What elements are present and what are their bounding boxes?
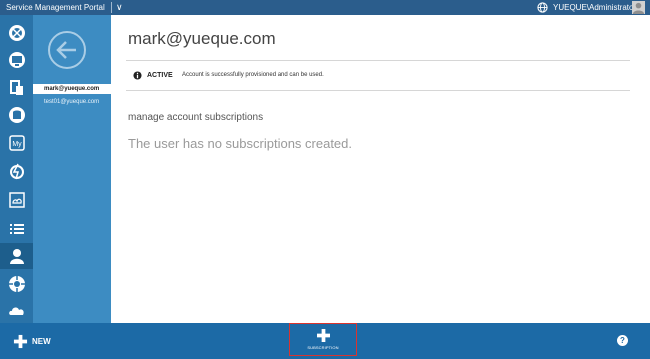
- cloud-service-icon: [8, 192, 25, 208]
- top-bar: Service Management Portal ∨ YUEQUE\Admin…: [0, 0, 650, 15]
- new-button[interactable]: NEW: [13, 333, 51, 349]
- chevron-down-icon[interactable]: ∨: [116, 1, 123, 13]
- nav-item-automation[interactable]: [0, 158, 33, 184]
- left-nav: My: [0, 15, 33, 323]
- command-bar: NEW SUBSCRIPTION ?: [0, 323, 650, 359]
- user-list-panel: mark@yueque.com test01@yueque.com: [33, 15, 111, 323]
- info-icon: [133, 71, 142, 80]
- nav-item-mysql[interactable]: My: [0, 130, 33, 156]
- virtual-machines-icon: [8, 52, 25, 68]
- websites-icon: [8, 25, 25, 41]
- plans-icon: [9, 224, 24, 234]
- section-title: manage account subscriptions: [128, 112, 264, 123]
- topbar-divider: [111, 2, 112, 13]
- portal-title[interactable]: Service Management Portal: [6, 2, 105, 13]
- mysql-icon: My: [8, 135, 25, 151]
- status-message: Account is successfully provisioned and …: [182, 72, 324, 78]
- user-accounts-icon: [9, 249, 24, 264]
- nav-item-virtual-machines[interactable]: [0, 47, 33, 73]
- plus-icon: [13, 334, 28, 348]
- nav-item-service-bus[interactable]: [0, 75, 33, 101]
- sql-server-icon: [8, 107, 25, 123]
- user-name[interactable]: YUEQUE\Administrator: [553, 2, 636, 13]
- svg-text:My: My: [12, 141, 22, 148]
- list-item[interactable]: test01@yueque.com: [33, 97, 111, 107]
- back-arrow-icon[interactable]: [47, 30, 87, 70]
- ad-ons-icon: [8, 276, 25, 292]
- nav-item-user-accounts[interactable]: [0, 243, 33, 269]
- automation-icon: [9, 163, 24, 180]
- list-item[interactable]: mark@yueque.com: [33, 84, 111, 94]
- nav-item-sql-server[interactable]: [0, 102, 33, 128]
- nav-item-plans[interactable]: [0, 216, 33, 242]
- new-button-label: NEW: [32, 336, 51, 346]
- divider: [126, 60, 630, 61]
- empty-state-message: The user has no subscriptions created.: [128, 136, 353, 151]
- plus-icon: [317, 329, 330, 342]
- globe-icon[interactable]: [537, 2, 548, 13]
- help-button[interactable]: ?: [617, 335, 628, 346]
- service-bus-icon: [9, 80, 23, 95]
- page-title: mark@yueque.com: [128, 29, 276, 48]
- add-subscription-button[interactable]: SUBSCRIPTION: [289, 323, 357, 356]
- status-badge: ACTIVE: [147, 72, 173, 79]
- nav-item-websites[interactable]: [0, 20, 33, 46]
- subscription-button-label: SUBSCRIPTION: [307, 345, 339, 350]
- divider: [126, 90, 630, 91]
- cloud-icon: [8, 307, 24, 315]
- nav-item-cloud-service[interactable]: [0, 187, 33, 213]
- nav-item-add-ons[interactable]: [0, 271, 33, 297]
- main-content: mark@yueque.com ACTIVE Account is succes…: [111, 15, 650, 323]
- avatar-icon[interactable]: [632, 1, 645, 14]
- nav-item-cloud[interactable]: [0, 298, 33, 324]
